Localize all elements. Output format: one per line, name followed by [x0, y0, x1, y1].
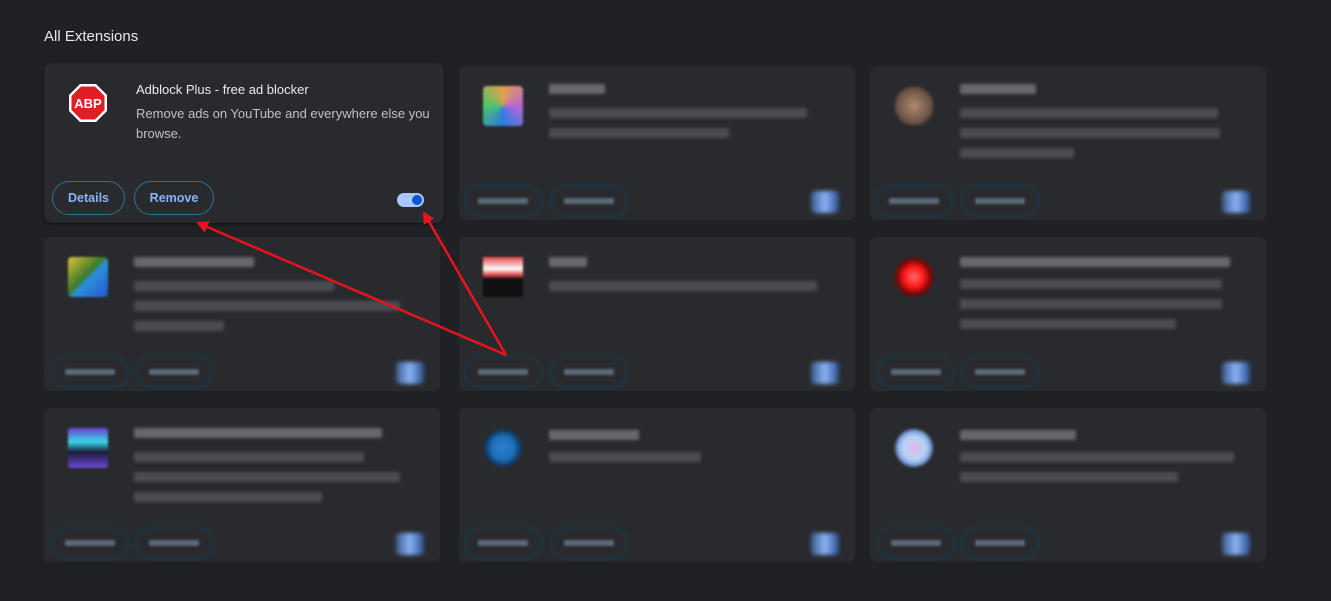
- arrow-to-enable-toggle: [422, 211, 508, 356]
- annotation-arrows: [196, 211, 508, 357]
- arrow-to-remove-button: [196, 221, 507, 357]
